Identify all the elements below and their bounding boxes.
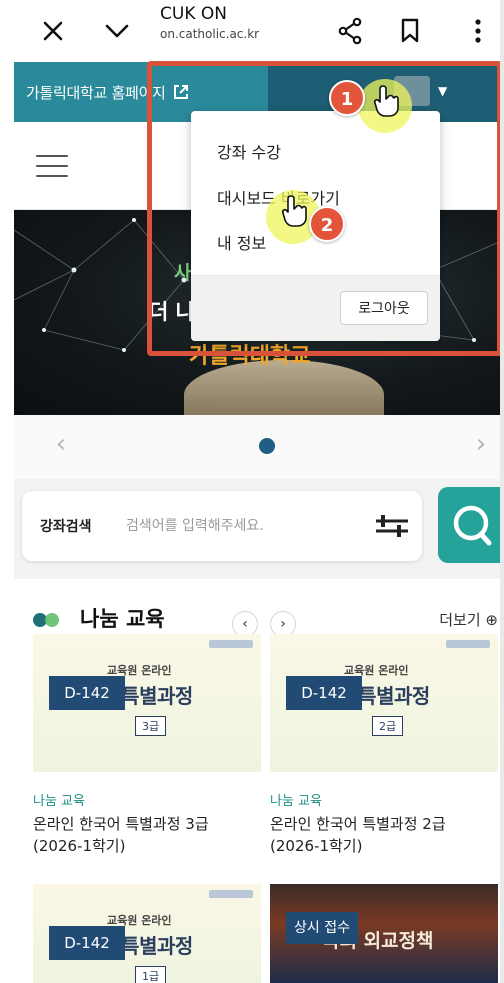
- level-badge: 2급: [372, 716, 404, 736]
- course-card[interactable]: 교육원 온라인 한국어 특별과정 3급 D-142 나눔 교육 온라인 한국어 …: [33, 634, 261, 857]
- menu-line-icon: [36, 165, 68, 167]
- hamburger-menu-button[interactable]: [36, 155, 68, 177]
- close-icon: [43, 21, 63, 41]
- course-card[interactable]: 교육원 온라인 한국어 특별과정 1급 D-142: [33, 884, 261, 983]
- url-area[interactable]: CUK ON on.catholic.ac.kr: [160, 4, 310, 42]
- course-card[interactable]: 국의 외교정책 상시 접수: [270, 884, 498, 983]
- university-logo: [446, 640, 490, 648]
- menu-line-icon: [36, 155, 68, 157]
- share-icon: [338, 17, 362, 45]
- screen-edge: [500, 0, 504, 983]
- section-title: 나눔 교육: [80, 607, 165, 631]
- bookmark-button[interactable]: [393, 14, 427, 48]
- course-thumbnail: 교육원 온라인 한국어 특별과정 1급 D-142: [33, 884, 261, 983]
- menu-line-icon: [36, 175, 68, 177]
- sliders-icon: [376, 515, 408, 537]
- page-title: CUK ON: [160, 4, 227, 24]
- search-box: 강좌검색: [22, 491, 422, 561]
- course-search-section: 강좌검색: [14, 479, 504, 579]
- always-open-badge: 상시 접수: [286, 912, 358, 944]
- carousel-next-button[interactable]: ›: [466, 429, 496, 459]
- course-category: 나눔 교육: [270, 794, 322, 809]
- course-title-line1[interactable]: 온라인 한국어 특별과정 2급: [270, 813, 498, 835]
- more-link[interactable]: 더보기 ⊕: [439, 609, 498, 630]
- carousel-controls: ‹ ›: [14, 415, 504, 479]
- dday-badge: D-142: [49, 926, 125, 960]
- level-badge: 3급: [135, 716, 167, 736]
- share-button[interactable]: [333, 14, 367, 48]
- university-logo: [209, 640, 253, 648]
- course-title-line2[interactable]: (2026-1학기): [270, 835, 498, 857]
- level-badge: 1급: [135, 966, 167, 983]
- search-label: 강좌검색: [40, 519, 92, 535]
- search-icon: [453, 505, 492, 546]
- hand-pointer-icon: [281, 195, 307, 227]
- course-title-line1[interactable]: 온라인 한국어 특별과정 3급: [33, 813, 261, 835]
- section-dots-icon: [33, 613, 59, 627]
- course-title-line2[interactable]: (2026-1학기): [33, 835, 261, 857]
- course-thumbnail: 교육원 온라인 한국어 특별과정 3급 D-142: [33, 634, 261, 772]
- search-input[interactable]: [126, 513, 346, 539]
- page-host: on.catholic.ac.kr: [160, 27, 260, 41]
- carousel-prev-button[interactable]: ‹: [46, 429, 76, 459]
- dday-badge: D-142: [49, 676, 125, 710]
- step-2-badge: 2: [309, 206, 345, 242]
- browser-toolbar: CUK ON on.catholic.ac.kr: [0, 0, 504, 62]
- university-logo: [209, 890, 253, 898]
- more-vertical-icon: [475, 19, 481, 43]
- minimize-button[interactable]: [100, 14, 134, 48]
- carousel-indicator-dot[interactable]: [259, 438, 275, 454]
- hand-pointer-icon: [373, 85, 399, 117]
- bookmark-icon: [401, 18, 419, 43]
- course-card[interactable]: 교육원 온라인 한국어 특별과정 2급 D-142 나눔 교육 온라인 한국어 …: [270, 634, 498, 857]
- course-thumbnail: 국의 외교정책 상시 접수: [270, 884, 498, 983]
- close-tab-button[interactable]: [36, 14, 70, 48]
- filter-button[interactable]: [372, 511, 412, 541]
- course-thumbnail: 교육원 온라인 한국어 특별과정 2급 D-142: [270, 634, 498, 772]
- step-1-badge: 1: [329, 80, 365, 116]
- search-button[interactable]: [438, 487, 504, 563]
- course-category: 나눔 교육: [33, 794, 85, 809]
- more-menu-button[interactable]: [461, 14, 495, 48]
- dday-badge: D-142: [286, 676, 362, 710]
- chevron-down-icon: [105, 24, 129, 38]
- homepage-link-label: 가톨릭대학교 홈페이지: [26, 83, 166, 102]
